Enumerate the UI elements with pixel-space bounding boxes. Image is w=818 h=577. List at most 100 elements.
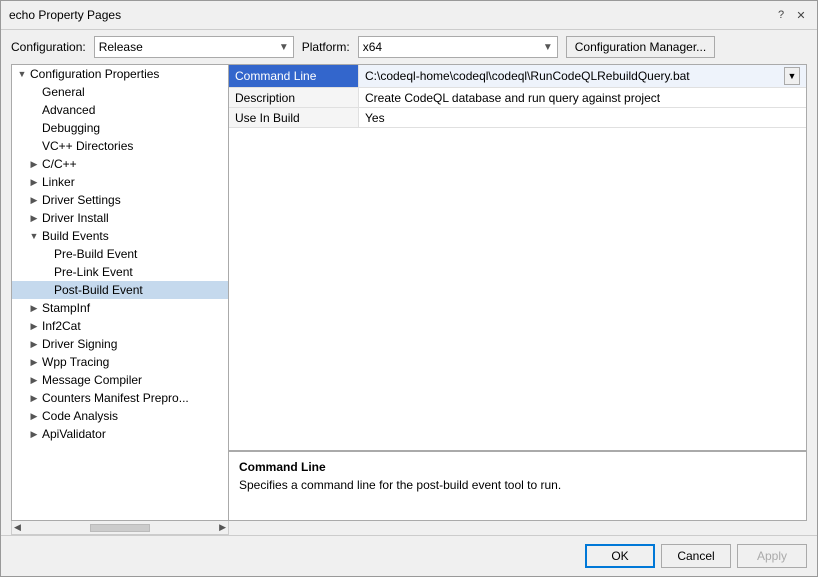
expand-icon: ▶: [28, 159, 40, 170]
tree-item-label: Inf2Cat: [42, 319, 81, 333]
property-grid: Command Line C:\codeql-home\codeql\codeq…: [229, 65, 806, 450]
tree-item-label: Counters Manifest Prepro...: [42, 391, 189, 405]
prop-row-use-in-build: Use In Build Yes: [229, 108, 806, 128]
tree-item-vc-dirs[interactable]: VC++ Directories: [12, 137, 228, 155]
tree-item-label: ApiValidator: [42, 427, 106, 441]
tree-item-inf2cat[interactable]: ▶ Inf2Cat: [12, 317, 228, 335]
tree-item-driver-settings[interactable]: ▶ Driver Settings: [12, 191, 228, 209]
description-text: Specifies a command line for the post-bu…: [239, 478, 796, 492]
prop-value-text: C:\codeql-home\codeql\codeql\RunCodeQLRe…: [365, 69, 784, 83]
platform-label: Platform:: [302, 40, 350, 54]
ok-button[interactable]: OK: [585, 544, 655, 568]
prop-name-label: Description: [235, 91, 295, 105]
tree-item-label: Post-Build Event: [54, 283, 143, 297]
prop-row-command-line: Command Line C:\codeql-home\codeql\codeq…: [229, 65, 806, 88]
tree-item-build-events[interactable]: ▼ Build Events: [12, 227, 228, 245]
tree-item-label: General: [42, 85, 85, 99]
expand-icon: ▶: [28, 375, 40, 386]
dialog-title: echo Property Pages: [9, 8, 121, 22]
config-label: Configuration:: [11, 40, 86, 54]
cancel-button[interactable]: Cancel: [661, 544, 731, 568]
tree-item-label: Code Analysis: [42, 409, 118, 423]
platform-value: x64: [363, 40, 382, 54]
prop-name-label: Use In Build: [235, 111, 300, 125]
config-value: Release: [99, 40, 143, 54]
platform-select[interactable]: x64 ▼: [358, 36, 558, 58]
tree-item-label: StampInf: [42, 301, 90, 315]
tree-item-label: Configuration Properties: [30, 67, 159, 81]
tree-item-pre-link[interactable]: Pre-Link Event: [12, 263, 228, 281]
expand-icon: ▼: [16, 69, 28, 79]
tree-item-config-props[interactable]: ▼ Configuration Properties: [12, 65, 228, 83]
tree-item-pre-build[interactable]: Pre-Build Event: [12, 245, 228, 263]
expand-icon: ▶: [28, 303, 40, 314]
main-content: ▼ Configuration Properties General Advan…: [1, 64, 817, 521]
tree-item-label: C/C++: [42, 157, 77, 171]
tree-item-general[interactable]: General: [12, 83, 228, 101]
tree-item-label: Advanced: [42, 103, 95, 117]
config-manager-button[interactable]: Configuration Manager...: [566, 36, 715, 58]
tree-item-counters[interactable]: ▶ Counters Manifest Prepro...: [12, 389, 228, 407]
tree-item-label: Debugging: [42, 121, 100, 135]
tree-item-msg-compiler[interactable]: ▶ Message Compiler: [12, 371, 228, 389]
expand-icon: ▶: [28, 357, 40, 368]
config-row: Configuration: Release ▼ Platform: x64 ▼…: [1, 30, 817, 64]
tree-item-label: Driver Settings: [42, 193, 121, 207]
tree-item-advanced[interactable]: Advanced: [12, 101, 228, 119]
description-title: Command Line: [239, 460, 796, 474]
tree-item-code-analysis[interactable]: ▶ Code Analysis: [12, 407, 228, 425]
description-panel: Command Line Specifies a command line fo…: [229, 450, 806, 520]
tree-panel: ▼ Configuration Properties General Advan…: [11, 64, 229, 521]
tree-item-label: VC++ Directories: [42, 139, 133, 153]
prop-value-text: Create CodeQL database and run query aga…: [365, 91, 800, 105]
tree-item-driver-install[interactable]: ▶ Driver Install: [12, 209, 228, 227]
prop-value-description[interactable]: Create CodeQL database and run query aga…: [359, 88, 806, 107]
configuration-select[interactable]: Release ▼: [94, 36, 294, 58]
tree-item-driver-signing[interactable]: ▶ Driver Signing: [12, 335, 228, 353]
tree-item-cpp[interactable]: ▶ C/C++: [12, 155, 228, 173]
prop-dropdown-button[interactable]: ▼: [784, 67, 800, 85]
property-pages-dialog: echo Property Pages ? ✕ Configuration: R…: [0, 0, 818, 577]
expand-icon: ▶: [28, 393, 40, 404]
tree-item-label: Pre-Build Event: [54, 247, 137, 261]
tree-item-label: Driver Install: [42, 211, 109, 225]
scroll-thumb[interactable]: [90, 524, 150, 532]
tree-item-label: Build Events: [42, 229, 109, 243]
prop-value-text: Yes: [365, 111, 800, 125]
tree-item-label: Driver Signing: [42, 337, 117, 351]
tree-item-label: Linker: [42, 175, 75, 189]
close-button[interactable]: ✕: [793, 7, 809, 23]
expand-icon: ▶: [28, 213, 40, 224]
platform-dropdown-arrow: ▼: [543, 42, 553, 53]
expand-icon: ▶: [28, 429, 40, 440]
tree-item-stampinf[interactable]: ▶ StampInf: [12, 299, 228, 317]
prop-name-label: Command Line: [235, 69, 316, 83]
apply-button[interactable]: Apply: [737, 544, 807, 568]
tree-item-label: Message Compiler: [42, 373, 142, 387]
tree-item-debugging[interactable]: Debugging: [12, 119, 228, 137]
scroll-left-btn[interactable]: ◀: [14, 522, 21, 533]
expand-icon: ▶: [28, 339, 40, 350]
expand-icon: ▶: [28, 411, 40, 422]
tree-item-linker[interactable]: ▶ Linker: [12, 173, 228, 191]
expand-icon: ▼: [28, 231, 40, 241]
tree-item-api-validator[interactable]: ▶ ApiValidator: [12, 425, 228, 443]
tree-item-label: Pre-Link Event: [54, 265, 133, 279]
title-bar: echo Property Pages ? ✕: [1, 1, 817, 30]
prop-name-use-in-build[interactable]: Use In Build: [229, 108, 359, 127]
prop-name-command-line[interactable]: Command Line: [229, 65, 359, 87]
tree-scrollbar[interactable]: ◀ ▶: [11, 521, 229, 535]
properties-panel: Command Line C:\codeql-home\codeql\codeq…: [229, 64, 807, 521]
scroll-right-btn[interactable]: ▶: [219, 522, 226, 533]
title-bar-controls: ? ✕: [773, 7, 809, 23]
prop-value-command-line[interactable]: C:\codeql-home\codeql\codeql\RunCodeQLRe…: [359, 65, 806, 87]
tree-item-post-build[interactable]: Post-Build Event: [12, 281, 228, 299]
prop-row-description: Description Create CodeQL database and r…: [229, 88, 806, 108]
prop-name-description[interactable]: Description: [229, 88, 359, 107]
expand-icon: ▶: [28, 177, 40, 188]
prop-value-use-in-build[interactable]: Yes: [359, 108, 806, 127]
config-dropdown-arrow: ▼: [279, 42, 289, 53]
expand-icon: ▶: [28, 195, 40, 206]
tree-item-wpp-tracing[interactable]: ▶ Wpp Tracing: [12, 353, 228, 371]
help-button[interactable]: ?: [773, 7, 789, 23]
